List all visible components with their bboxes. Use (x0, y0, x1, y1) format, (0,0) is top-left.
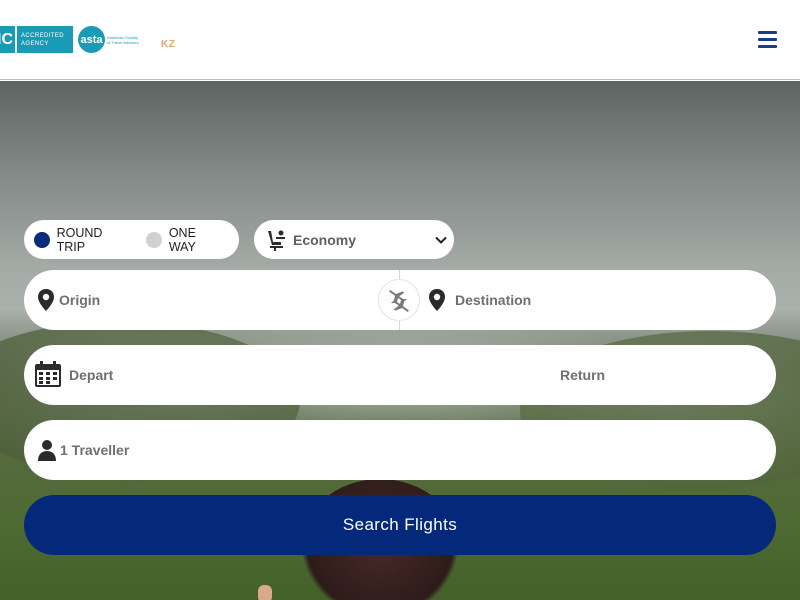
location-pin-icon (38, 289, 54, 311)
round-trip-label[interactable]: ROUND TRIP (57, 226, 133, 254)
swap-airports-button[interactable] (378, 279, 420, 321)
cabin-class-value[interactable]: Economy (293, 232, 434, 248)
asta-logo: asta (78, 26, 105, 53)
site-header: IC Accredited Agency asta American Socie… (0, 0, 800, 80)
iatc-logo-text: Accredited Agency (21, 32, 65, 47)
iatc-accredited-logo: IC Accredited Agency (0, 26, 73, 53)
date-fields: Depart Return (24, 345, 776, 405)
depart-date-input[interactable]: Depart (69, 367, 113, 383)
chevron-down-icon[interactable] (434, 233, 448, 247)
location-pin-icon (429, 289, 445, 311)
one-way-radio[interactable]: ONE WAY (146, 226, 225, 254)
return-date-input[interactable]: Return (560, 367, 605, 383)
search-flights-button[interactable]: Search Flights (24, 495, 776, 555)
radio-unselected-icon[interactable] (146, 231, 162, 248)
round-trip-radio[interactable]: ROUND TRIP (34, 226, 132, 254)
calendar-icon (35, 361, 61, 387)
asta-logo-subtext: American Society of Travel Advisors (107, 35, 139, 45)
travellers-field[interactable]: 1 Traveller (24, 420, 776, 480)
travellers-value[interactable]: 1 Traveller (60, 442, 129, 458)
hamburger-icon (758, 31, 777, 34)
one-way-label[interactable]: ONE WAY (169, 226, 225, 254)
seat-icon (268, 230, 285, 251)
country-code[interactable]: KZ (161, 39, 175, 50)
planes-swap-icon (389, 290, 409, 312)
trip-type-toggle: ROUND TRIP ONE WAY (24, 220, 239, 259)
search-flights-label[interactable]: Search Flights (343, 515, 457, 535)
destination-input[interactable]: Destination (455, 292, 531, 308)
hamburger-menu-button[interactable] (758, 31, 780, 49)
person-icon (38, 440, 56, 461)
route-fields: Origin Destination (24, 270, 776, 330)
cabin-class-select[interactable]: Economy (254, 220, 454, 259)
origin-input[interactable]: Origin (59, 292, 100, 308)
radio-selected-icon[interactable] (34, 231, 50, 248)
